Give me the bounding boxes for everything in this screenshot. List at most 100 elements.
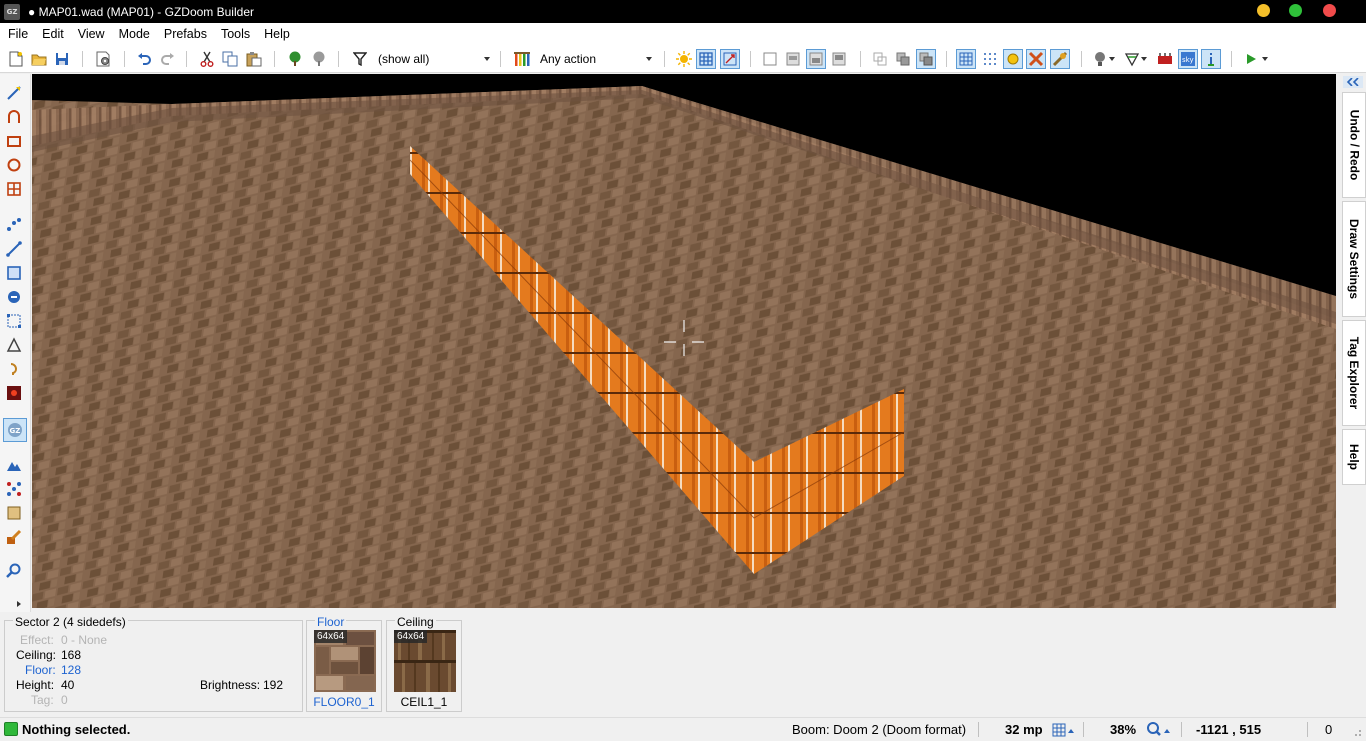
- ceiling-texture-box[interactable]: Ceiling 64x64 CEIL1_1: [386, 615, 462, 712]
- terrain-icon[interactable]: [5, 456, 23, 474]
- merge-geometry-icon[interactable]: [870, 49, 890, 69]
- draw-grid-icon[interactable]: [5, 180, 23, 198]
- height-value: 40: [61, 678, 75, 692]
- make-sectors-icon[interactable]: [5, 336, 23, 354]
- sound-propagation-icon[interactable]: [5, 384, 23, 402]
- thing-select-icon[interactable]: [5, 480, 23, 498]
- event-lines-icon[interactable]: [1155, 49, 1175, 69]
- prefab-insert-icon[interactable]: [285, 49, 305, 69]
- undo-icon[interactable]: [134, 49, 154, 69]
- merge-classic-icon[interactable]: [893, 49, 913, 69]
- model-render-dropdown-icon[interactable]: [1139, 49, 1149, 69]
- sound-environment-icon[interactable]: [5, 360, 23, 378]
- map-options-icon[interactable]: [93, 49, 113, 69]
- edit-selection-icon[interactable]: [5, 312, 23, 330]
- vertices-mode-icon[interactable]: [5, 216, 23, 234]
- visual-mode-icon[interactable]: GZ: [3, 418, 27, 442]
- view-ceilings-icon[interactable]: [829, 49, 849, 69]
- toolbar-separator: [860, 51, 861, 67]
- new-map-icon[interactable]: [6, 49, 26, 69]
- fog-icon[interactable]: [1050, 49, 1070, 69]
- filter-icon[interactable]: [350, 49, 370, 69]
- save-map-icon[interactable]: [52, 49, 72, 69]
- toolbar-separator: [82, 51, 83, 67]
- lights-icon[interactable]: [1003, 49, 1023, 69]
- grid-toggle-icon[interactable]: [696, 49, 716, 69]
- models-icon[interactable]: [1026, 49, 1046, 69]
- cursor-coordinates: -1121 , 515: [1196, 722, 1262, 737]
- play-test-dropdown-icon[interactable]: [1259, 49, 1271, 69]
- floor-texture-name: FLOOR0_1: [313, 695, 375, 709]
- tab-help[interactable]: Help: [1342, 429, 1366, 485]
- menu-mode[interactable]: Mode: [112, 23, 157, 45]
- menu-edit[interactable]: Edit: [35, 23, 71, 45]
- brightness-icon[interactable]: [674, 49, 694, 69]
- view-floors-icon[interactable]: [806, 49, 826, 69]
- toolbar-separator: [1231, 51, 1232, 67]
- draw-ellipse-icon[interactable]: [5, 156, 23, 174]
- floor-texture-box[interactable]: Floor 64x64 FLOOR0_1: [306, 615, 382, 712]
- dynamic-lights-dropdown-icon[interactable]: [1107, 49, 1117, 69]
- zoom-button[interactable]: [1146, 721, 1172, 738]
- grid-size-button[interactable]: [1052, 722, 1076, 737]
- menu-view[interactable]: View: [71, 23, 112, 45]
- resize-grip-icon[interactable]: [1348, 723, 1362, 737]
- sector-info-panel: Sector 2 (4 sidedefs) Effect: 0 - None C…: [0, 612, 1366, 717]
- copy-icon[interactable]: [220, 49, 240, 69]
- toolbar-separator: [664, 51, 665, 67]
- grid-setup-icon[interactable]: [956, 49, 976, 69]
- close-icon[interactable]: [1323, 4, 1336, 17]
- action-filter-dropdown[interactable]: Any action: [540, 50, 652, 68]
- visual-mode-viewport[interactable]: [32, 74, 1336, 608]
- menu-tools[interactable]: Tools: [214, 23, 257, 45]
- dotted-grid-icon[interactable]: [980, 49, 1000, 69]
- tag-label: Tag:: [31, 693, 54, 707]
- toolbar-separator: [186, 51, 187, 67]
- curve-linedefs-icon[interactable]: [5, 528, 23, 546]
- merge-replace-icon[interactable]: [916, 49, 936, 69]
- sector-details-box: Sector 2 (4 sidedefs) Effect: 0 - None C…: [4, 615, 303, 712]
- draw-rectangle-icon[interactable]: [5, 132, 23, 150]
- brightness-label: Brightness:: [200, 678, 261, 692]
- sector-select-icon[interactable]: [5, 504, 23, 522]
- status-counter: 0: [1325, 722, 1333, 737]
- sectors-mode-icon[interactable]: [5, 264, 23, 282]
- minimize-icon[interactable]: [1257, 4, 1270, 17]
- cut-icon[interactable]: [197, 49, 217, 69]
- status-message: Nothing selected.: [22, 722, 131, 737]
- action-filter-value: Any action: [540, 52, 597, 66]
- things-filter-dropdown[interactable]: (show all): [378, 50, 490, 68]
- tab-tag-explorer[interactable]: Tag Explorer: [1342, 320, 1366, 426]
- brightness-value: 192: [263, 678, 284, 692]
- linedefs-mode-icon[interactable]: [5, 240, 23, 258]
- redo-icon[interactable]: [158, 49, 178, 69]
- draw-curve-icon[interactable]: [5, 108, 23, 126]
- snap-toggle-icon[interactable]: [720, 49, 740, 69]
- title-bar: GZ ● MAP01.wad (MAP01) - GZDoom Builder: [0, 0, 1366, 23]
- menu-help[interactable]: Help: [257, 23, 297, 45]
- draw-lines-icon[interactable]: [5, 84, 23, 102]
- play-test-icon[interactable]: [1241, 49, 1261, 69]
- things-mode-icon[interactable]: [5, 288, 23, 306]
- linedef-actions-icon[interactable]: [512, 49, 532, 69]
- effect-label: Effect:: [20, 633, 54, 647]
- tab-draw-settings[interactable]: Draw Settings: [1342, 201, 1366, 317]
- prefab-previous-icon[interactable]: [309, 49, 329, 69]
- effect-value: 0 - None: [61, 633, 108, 647]
- open-map-icon[interactable]: [29, 49, 49, 69]
- expand-toolbar-icon[interactable]: [14, 598, 24, 610]
- menu-file[interactable]: File: [0, 23, 35, 45]
- sky-render-icon[interactable]: sky: [1178, 49, 1198, 69]
- collapse-docker-icon[interactable]: [1343, 76, 1363, 88]
- zoom-level: 38%: [1110, 722, 1137, 737]
- things-filter-value: (show all): [378, 52, 430, 66]
- maximize-icon[interactable]: [1289, 4, 1302, 17]
- view-brightness-icon[interactable]: [783, 49, 803, 69]
- tab-undo-redo[interactable]: Undo / Redo: [1342, 92, 1366, 198]
- info-panel-icon[interactable]: [1201, 49, 1221, 69]
- status-indicator-icon: [4, 722, 18, 736]
- paste-icon[interactable]: [244, 49, 264, 69]
- view-normal-icon[interactable]: [760, 49, 780, 69]
- menu-prefabs[interactable]: Prefabs: [157, 23, 214, 45]
- find-replace-icon[interactable]: [5, 562, 23, 580]
